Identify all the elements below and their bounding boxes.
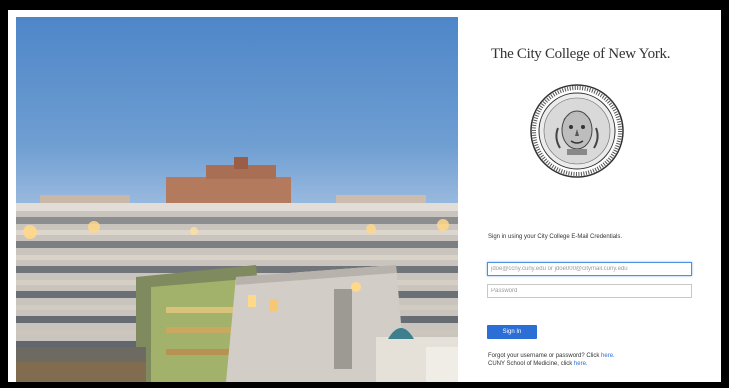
medicine-link[interactable]: here. bbox=[574, 361, 588, 367]
medicine-line: CUNY School of Medicine, click here. bbox=[488, 360, 615, 368]
college-seal-icon bbox=[530, 84, 624, 178]
signin-button[interactable]: Sign In bbox=[487, 325, 537, 339]
forgot-credentials-text: Forgot your username or password? Click bbox=[488, 353, 602, 359]
signin-instructions: Sign in using your City College E-Mail C… bbox=[488, 234, 623, 240]
college-wordmark: The City College of New York. bbox=[491, 46, 671, 62]
forgot-credentials-line: Forgot your username or password? Click … bbox=[488, 352, 615, 360]
medicine-text: CUNY School of Medicine, click bbox=[488, 361, 574, 367]
campus-photo bbox=[16, 17, 458, 382]
help-links: Forgot your username or password? Click … bbox=[488, 352, 615, 368]
login-page: The City College of New York. Sign in us… bbox=[8, 10, 721, 382]
login-panel: The City College of New York. Sign in us… bbox=[466, 10, 721, 382]
password-input[interactable] bbox=[487, 284, 692, 298]
username-input[interactable] bbox=[487, 262, 692, 276]
forgot-credentials-link[interactable]: here. bbox=[601, 353, 615, 359]
